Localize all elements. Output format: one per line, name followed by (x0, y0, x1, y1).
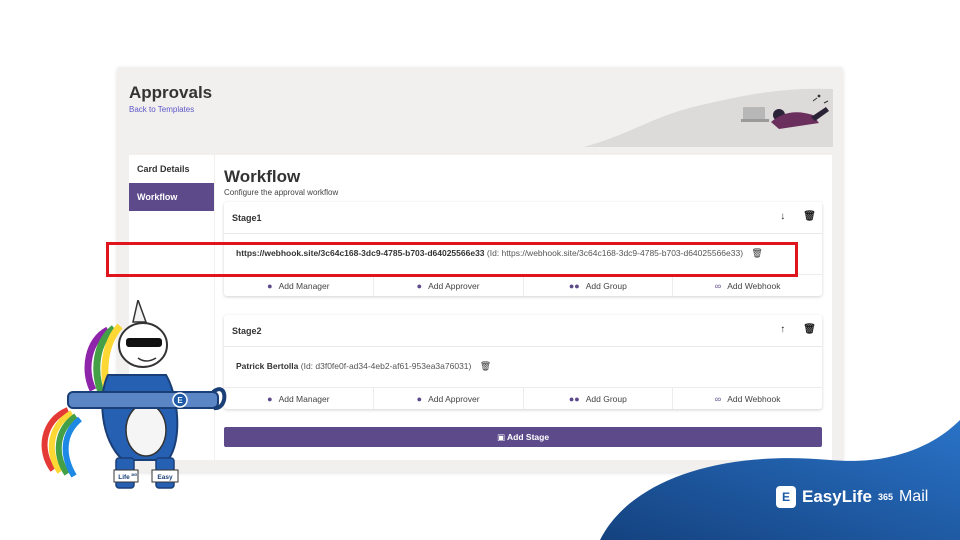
group-icon: ●● (568, 394, 580, 404)
brand-name: EasyLife (802, 487, 872, 506)
add-stage-label: Add Stage (507, 432, 550, 442)
member-id: (Id: d3f0fe0f-ad34-4eb2-af61-953ea3a7603… (300, 361, 472, 371)
workflow-panel: Workflow Configure the approval workflow… (215, 155, 832, 460)
unicorn-mascot: E Life 365 Easy (41, 300, 227, 489)
person-icon: ● (267, 281, 273, 291)
person-icon: ● (416, 394, 423, 404)
page-title: Approvals (129, 83, 213, 102)
person-icon: ● (416, 281, 423, 291)
stage-header: Stage1 ↓ 🗑 (224, 202, 822, 234)
add-manager-label: Add Manager (278, 281, 330, 291)
nav-workflow[interactable]: Workflow (129, 183, 214, 211)
brand-365: 365 (877, 492, 893, 502)
link-icon: ∞ (714, 281, 722, 291)
member-name: Patrick Bertolla (236, 361, 299, 371)
link-icon: ∞ (714, 394, 722, 404)
stage-actions: ● Add Manager ● Add Approver ●● Add Group ∞… (224, 274, 822, 296)
workflow-title: Workflow (224, 167, 301, 186)
add-manager-button[interactable]: ● Add Manager (224, 275, 374, 296)
trash-icon[interactable]: 🗑 (803, 211, 816, 222)
group-icon: ●● (568, 281, 580, 291)
remove-member-trash-icon[interactable]: 🗑 (480, 361, 491, 372)
add-webhook-button[interactable]: ∞ Add Webhook (673, 388, 822, 409)
mascot-sleeve-left: Life (118, 474, 130, 481)
back-to-templates-link[interactable]: Back to Templates (129, 105, 194, 114)
add-group-label: Add Group (585, 281, 627, 291)
easylife-logo: E EasyLife 365 Mail (776, 486, 928, 508)
mascot-sleeve-left-sup: 365 (131, 473, 137, 477)
add-approver-button[interactable]: ● Add Approver (374, 388, 524, 409)
stage-member: Patrick Bertolla (Id: d3f0fe0f-ad34-4eb2… (224, 347, 822, 387)
arrow-down-icon[interactable]: ↓ (780, 211, 785, 222)
add-manager-button[interactable]: ● Add Manager (224, 388, 374, 409)
brand-wave (600, 420, 960, 540)
add-approver-button[interactable]: ● Add Approver (374, 275, 524, 296)
add-webhook-label: Add Webhook (727, 394, 781, 404)
stage-header: Stage2 ↑ 🗑 (224, 315, 822, 347)
highlight-box (106, 242, 798, 277)
stage-card-2: Stage2 ↑ 🗑 Patrick Bertolla (Id: d3f0fe0… (224, 315, 822, 409)
add-manager-label: Add Manager (278, 394, 330, 404)
stage-actions: ● Add Manager ● Add Approver ●● Add Group ∞… (224, 387, 822, 409)
add-group-button[interactable]: ●● Add Group (524, 388, 674, 409)
add-approver-label: Add Approver (428, 394, 480, 404)
person-icon: ● (267, 394, 273, 404)
add-group-button[interactable]: ●● Add Group (524, 275, 674, 296)
trash-icon[interactable]: 🗑 (803, 324, 816, 335)
workflow-subtitle: Configure the approval workflow (224, 188, 339, 197)
mascot-sleeve-right: Easy (157, 474, 173, 481)
nav-card-details[interactable]: Card Details (129, 155, 214, 183)
easylife-logo-mark: E (776, 486, 796, 508)
header-illustration (583, 88, 833, 147)
add-group-label: Add Group (585, 394, 627, 404)
add-approver-label: Add Approver (428, 281, 480, 291)
brand-mail: Mail (898, 488, 929, 505)
stage-name: Stage1 (232, 213, 262, 223)
mascot-badge-letter: E (177, 396, 183, 405)
arrow-up-icon[interactable]: ↑ (780, 324, 785, 335)
add-webhook-button[interactable]: ∞ Add Webhook (673, 275, 822, 296)
hierarchy-icon: ▣ (496, 432, 505, 442)
add-webhook-label: Add Webhook (727, 281, 781, 291)
